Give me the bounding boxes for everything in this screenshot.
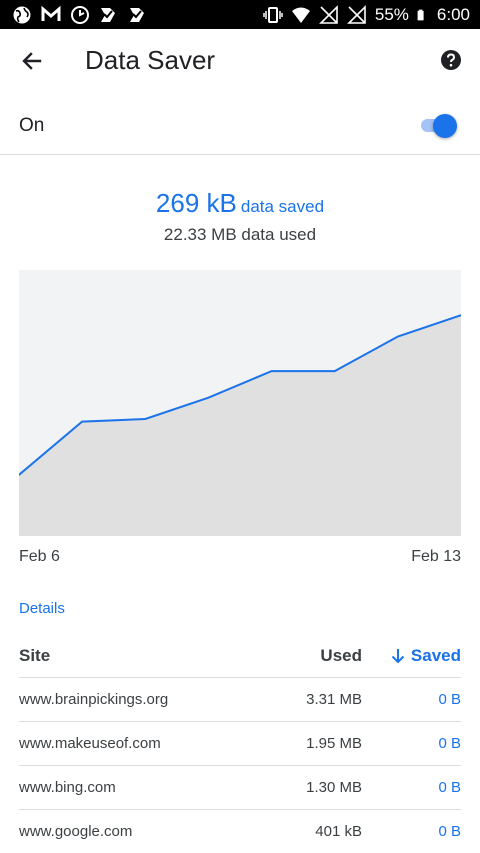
arrow-down-icon	[391, 649, 405, 664]
table-row[interactable]: www.bing.com 1.30 MB 0 B	[19, 766, 461, 810]
data-saved-amount: 269 kB	[155, 188, 237, 218]
clock-time: 6:00	[436, 5, 470, 24]
switch-thumb	[433, 114, 457, 138]
saved-cell: 0 B	[438, 691, 461, 708]
saved-column-label: Saved	[410, 646, 461, 665]
chart-point-feb-12	[397, 335, 399, 338]
used-cell: 1.30 MB	[306, 779, 362, 796]
details-link[interactable]: Details	[19, 600, 65, 617]
status-bar: 55% 6:00	[0, 0, 480, 29]
table-header: Site Used Saved	[19, 634, 461, 678]
data-used-text: 22.33 MB data used	[163, 225, 317, 244]
arrow-back-icon	[22, 52, 42, 70]
no-signal-icon	[346, 5, 366, 24]
usage-summary: 269 kB data saved 22.33 MB data used	[0, 188, 480, 245]
page-title: Data Saver	[85, 45, 216, 75]
battery-icon	[417, 9, 424, 21]
table-row[interactable]: www.brainpickings.org 3.31 MB 0 B	[19, 678, 461, 722]
battery-percent: 55%	[374, 5, 409, 24]
system-icons: 55% 6:00	[263, 4, 470, 26]
data-saver-toggle-row[interactable]: On	[0, 96, 480, 155]
app-toolbar: Data Saver	[0, 29, 480, 93]
saved-cell: 0 B	[438, 779, 461, 796]
tasks-icon	[101, 8, 115, 22]
table-body: www.brainpickings.org 3.31 MB 0 B www.ma…	[19, 678, 461, 853]
used-cell: 401 kB	[315, 823, 362, 840]
wifi-icon	[291, 7, 310, 23]
site-cell: www.google.com	[19, 823, 133, 840]
clock-icon	[71, 6, 89, 24]
site-cell: www.brainpickings.org	[19, 691, 169, 708]
saved-cell: 0 B	[438, 735, 461, 752]
site-cell: www.bing.com	[19, 779, 116, 796]
site-cell: www.makeuseof.com	[19, 735, 161, 752]
site-column-header[interactable]: Site	[19, 646, 50, 666]
vibrate-icon	[263, 7, 283, 23]
chart-point-feb-9	[207, 396, 210, 399]
chart-point-feb-7	[81, 420, 83, 423]
used-column-header[interactable]: Used	[320, 646, 362, 666]
data-savings-chart	[19, 270, 461, 536]
data-saved-suffix: data saved	[240, 197, 325, 216]
saved-column-header[interactable]: Saved	[391, 646, 461, 666]
chart-point-feb-11	[333, 370, 336, 372]
toggle-label: On	[19, 115, 45, 136]
chart-point-feb-10	[270, 370, 273, 372]
used-cell: 3.31 MB	[306, 691, 362, 708]
chart-point-feb-8	[144, 418, 147, 420]
back-button[interactable]	[14, 43, 50, 79]
gmail-icon	[41, 5, 61, 21]
help-icon	[441, 50, 461, 70]
chart-x-start-label: Feb 6	[19, 548, 60, 565]
saved-cell: 0 B	[438, 823, 461, 840]
help-button[interactable]	[436, 45, 466, 75]
chart-x-end-label: Feb 13	[411, 548, 461, 565]
site-usage-table: Site Used Saved www.brainpickings.org 3.…	[19, 634, 461, 853]
no-signal-icon	[318, 5, 338, 24]
data-saver-switch[interactable]	[419, 111, 459, 139]
tasks-icon	[130, 8, 144, 22]
data-saved-line: 269 kB data saved	[0, 188, 480, 219]
globe-icon	[13, 6, 31, 24]
table-row[interactable]: www.makeuseof.com 1.95 MB 0 B	[19, 722, 461, 766]
notification-icons	[12, 5, 148, 25]
table-row[interactable]: www.google.com 401 kB 0 B	[19, 810, 461, 853]
used-cell: 1.95 MB	[306, 735, 362, 752]
